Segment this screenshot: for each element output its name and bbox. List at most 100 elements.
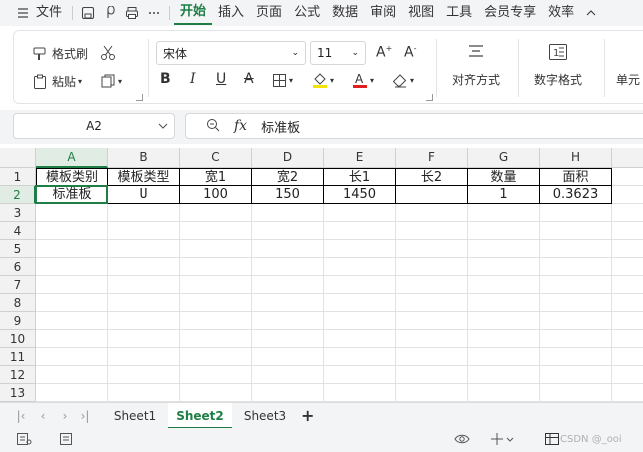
grid-cell[interactable]: 模板类别 [36, 168, 108, 186]
grid-cell[interactable] [108, 330, 180, 348]
grid-cell[interactable] [108, 384, 180, 402]
grid-cell[interactable] [180, 258, 252, 276]
grid-cell[interactable] [540, 348, 612, 366]
grid-cell[interactable]: 面积 [540, 168, 612, 186]
grid-cell[interactable] [540, 294, 612, 312]
tab-formula[interactable]: 公式 [288, 0, 326, 26]
row-header[interactable]: 5 [0, 240, 36, 258]
grid-cell[interactable] [180, 384, 252, 402]
select-all-corner[interactable] [0, 148, 36, 168]
column-header[interactable]: B [108, 148, 180, 168]
grid-cell[interactable] [324, 348, 396, 366]
grid-cell[interactable] [540, 366, 612, 384]
column-header[interactable]: F [396, 148, 468, 168]
grid-cell[interactable] [108, 240, 180, 258]
next-sheet-icon[interactable]: › [58, 408, 72, 424]
move-icon[interactable] [490, 432, 514, 449]
grid-cell[interactable] [36, 294, 108, 312]
grid-cell[interactable] [612, 222, 643, 240]
grid-cell[interactable] [252, 204, 324, 222]
grid-cell[interactable] [108, 366, 180, 384]
grid-cell[interactable] [252, 348, 324, 366]
prev-sheet-icon[interactable]: ‹ [36, 408, 50, 424]
tab-efficiency[interactable]: 效率 [542, 0, 580, 26]
grid-cell[interactable] [108, 204, 180, 222]
grid-cell[interactable] [252, 258, 324, 276]
grid-cell[interactable] [540, 276, 612, 294]
column-header[interactable]: E [324, 148, 396, 168]
grid-cell[interactable]: 1 [468, 186, 540, 204]
grid-cell[interactable] [468, 276, 540, 294]
tab-home[interactable]: 开始 [174, 1, 213, 25]
fill-color-button[interactable]: ▾ [312, 71, 334, 89]
grid-cell[interactable]: 1450 [324, 186, 396, 204]
grid-cell[interactable] [540, 330, 612, 348]
grid-cell[interactable]: 150 [252, 186, 324, 204]
grid-cell[interactable] [324, 258, 396, 276]
grid-cell[interactable] [468, 222, 540, 240]
grid-cell[interactable] [324, 384, 396, 402]
grid-cell[interactable] [36, 258, 108, 276]
row-header[interactable]: 6 [0, 258, 36, 276]
grid-cell[interactable] [180, 222, 252, 240]
sheet-tab[interactable]: Sheet2 [168, 403, 232, 429]
add-sheet-icon[interactable]: + [301, 406, 314, 425]
grid-cell[interactable]: 长1 [324, 168, 396, 186]
grid-cell[interactable] [252, 294, 324, 312]
document-icon[interactable] [58, 432, 74, 449]
column-header[interactable] [612, 148, 643, 168]
cell-button[interactable]: 单元 [616, 71, 640, 88]
grid-cell[interactable] [468, 312, 540, 330]
formula-input[interactable]: fx 标准板 [185, 113, 643, 139]
grid-cell[interactable] [252, 276, 324, 294]
column-header[interactable]: D [252, 148, 324, 168]
number-format-button[interactable]: 1 数字格式 [528, 43, 588, 88]
grid-cell[interactable] [180, 312, 252, 330]
grid-cell[interactable] [468, 258, 540, 276]
grid-cell[interactable] [396, 186, 468, 204]
last-sheet-icon[interactable]: ›| [78, 408, 92, 424]
tab-page[interactable]: 页面 [250, 0, 288, 26]
grid-cell[interactable] [612, 384, 643, 402]
font-launcher-icon[interactable] [426, 94, 433, 101]
grid-cell[interactable] [36, 330, 108, 348]
grid-cell[interactable]: 宽2 [252, 168, 324, 186]
sheet-tab[interactable]: Sheet1 [104, 403, 166, 429]
underline-button[interactable]: U [216, 71, 226, 87]
format-painter-button[interactable]: 格式刷 [32, 45, 88, 62]
normal-view-icon[interactable] [544, 432, 560, 449]
grid-cell[interactable]: 模板类型 [108, 168, 180, 186]
copy-button[interactable]: ▾ [100, 73, 122, 89]
grid-cell[interactable] [540, 312, 612, 330]
grid-cell[interactable]: 0.3623 [540, 186, 612, 204]
grid-cell[interactable] [396, 240, 468, 258]
grid-cell[interactable] [108, 258, 180, 276]
collapse-ribbon-icon[interactable] [580, 2, 602, 24]
grid-cell[interactable] [108, 294, 180, 312]
grid-cell[interactable] [252, 312, 324, 330]
macro-icon[interactable] [16, 432, 32, 449]
column-header[interactable]: G [468, 148, 540, 168]
print-icon[interactable] [121, 2, 143, 24]
grid-cell[interactable] [396, 222, 468, 240]
strikethrough-button[interactable]: A [244, 71, 254, 87]
grid-cell[interactable] [468, 294, 540, 312]
grid-cell[interactable] [396, 312, 468, 330]
grid-cell[interactable] [612, 276, 643, 294]
paste-button[interactable]: 粘贴 ▾ [32, 73, 82, 90]
grid-cell[interactable] [324, 366, 396, 384]
grid-cell[interactable] [468, 240, 540, 258]
border-button[interactable]: ▾ [272, 73, 293, 88]
grid-cell[interactable] [180, 330, 252, 348]
clipboard-launcher-icon[interactable] [136, 94, 143, 101]
grid-cell[interactable] [612, 204, 643, 222]
column-header[interactable]: A [36, 148, 108, 168]
first-sheet-icon[interactable]: |‹ [14, 408, 28, 424]
tab-member[interactable]: 会员专享 [478, 0, 542, 26]
grid-cell[interactable] [324, 204, 396, 222]
grid-cell[interactable] [396, 204, 468, 222]
grid-cell[interactable] [540, 222, 612, 240]
grid-cell[interactable] [396, 330, 468, 348]
grid-cell[interactable] [612, 186, 643, 204]
grid-cell[interactable] [36, 222, 108, 240]
